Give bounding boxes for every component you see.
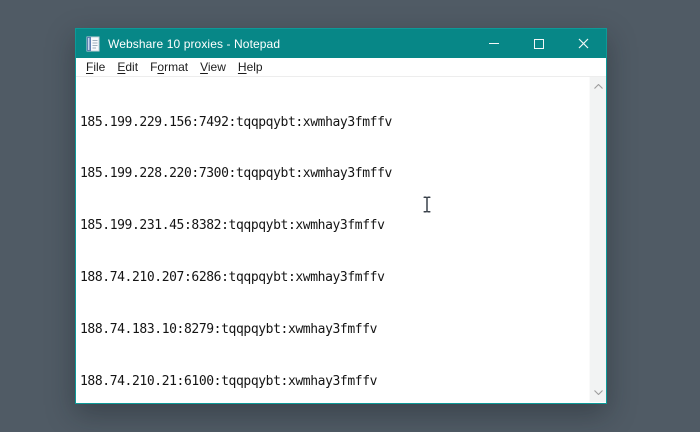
text-editor[interactable]: 185.199.229.156:7492:tqqpqybt:xwmhay3fmf… (76, 77, 606, 402)
titlebar[interactable]: Webshare 10 proxies - Notepad (76, 29, 606, 58)
scroll-down-button[interactable] (590, 384, 606, 401)
menu-bar: File Edit Format View Help (76, 58, 606, 77)
menu-view[interactable]: View (194, 59, 232, 76)
text-line: 188.74.210.21:6100:tqqpqybt:xwmhay3fmffv (80, 374, 378, 390)
text-line: 185.199.229.156:7492:tqqpqybt:xwmhay3fmf… (80, 114, 392, 130)
minimize-icon (488, 43, 499, 44)
menu-help[interactable]: Help (232, 59, 269, 76)
chevron-down-icon (594, 390, 603, 395)
window-controls (471, 29, 606, 58)
menu-edit[interactable]: Edit (111, 59, 144, 76)
text-content: 185.199.229.156:7492:tqqpqybt:xwmhay3fmf… (76, 77, 606, 402)
maximize-button[interactable] (516, 29, 561, 58)
menu-file[interactable]: File (80, 59, 111, 76)
maximize-icon (533, 38, 544, 49)
ibeam-cursor (423, 196, 431, 213)
close-icon (578, 38, 589, 49)
window-title: Webshare 10 proxies - Notepad (108, 36, 281, 51)
text-line: 188.74.183.10:8279:tqqpqybt:xwmhay3fmffv (80, 322, 378, 338)
scroll-up-button[interactable] (590, 78, 606, 95)
text-line: 185.199.228.220:7300:tqqpqybt:xwmhay3fmf… (80, 166, 392, 182)
chevron-up-icon (594, 84, 603, 89)
text-line: 188.74.210.207:6286:tqqpqybt:xwmhay3fmff… (80, 270, 385, 286)
notepad-window: Webshare 10 proxies - Notepad File Edit … (75, 28, 607, 404)
text-line: 185.199.231.45:8382:tqqpqybt:xwmhay3fmff… (80, 218, 385, 234)
close-button[interactable] (561, 29, 606, 58)
menu-format[interactable]: Format (144, 59, 194, 76)
vertical-scrollbar[interactable] (589, 77, 606, 402)
minimize-button[interactable] (471, 29, 516, 58)
notepad-icon (86, 36, 100, 51)
